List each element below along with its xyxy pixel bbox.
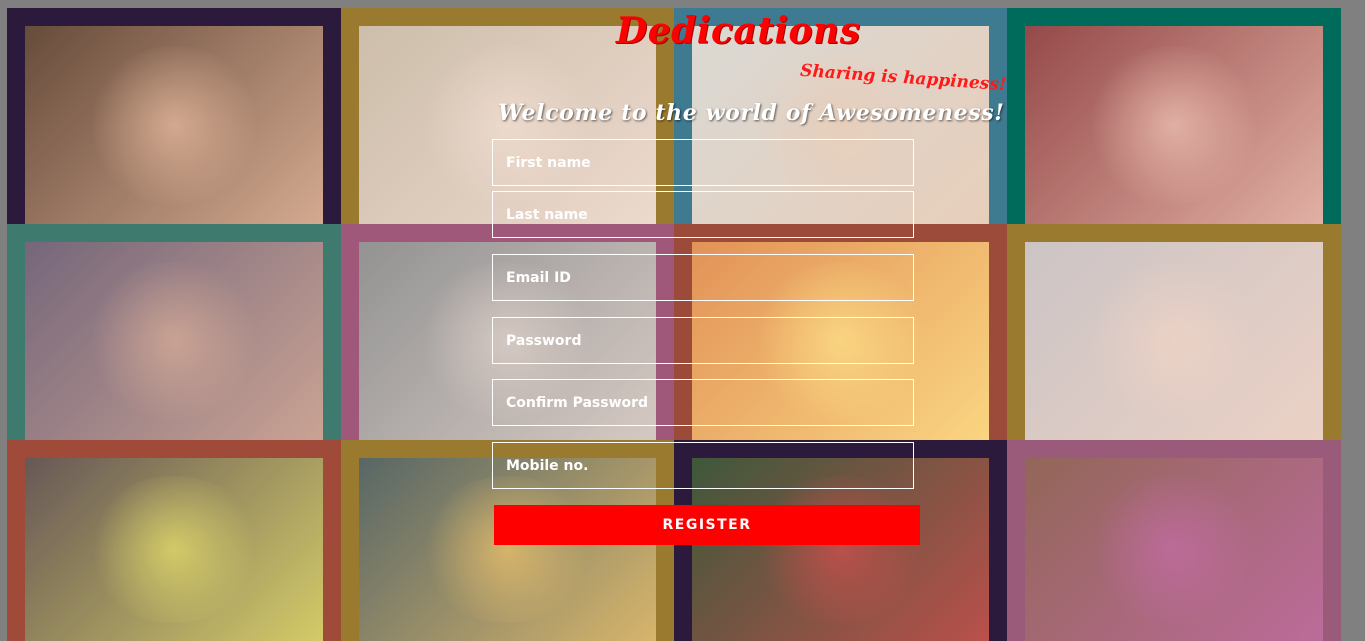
photo-kids-yellow-shirts <box>25 458 323 641</box>
site-logo-title: Dedications <box>616 10 861 52</box>
tile-5 <box>7 224 341 440</box>
tile-12 <box>1007 440 1341 641</box>
last-name-field[interactable] <box>492 191 914 238</box>
mobile-field[interactable] <box>492 442 914 489</box>
confirm-password-field[interactable] <box>492 379 914 426</box>
photo-couple-smiling <box>25 242 323 440</box>
photo-group-friends <box>1025 458 1323 641</box>
photo-laughing-girl <box>25 26 323 224</box>
photo-grandfather-child <box>1025 26 1323 224</box>
register-button[interactable]: REGISTER <box>494 505 920 545</box>
tile-1 <box>7 8 341 224</box>
tile-9 <box>7 440 341 641</box>
photo-family-circle <box>1025 242 1323 440</box>
email-field[interactable] <box>492 254 914 301</box>
first-name-field[interactable] <box>492 139 914 186</box>
tile-8 <box>1007 224 1341 440</box>
password-field[interactable] <box>492 317 914 364</box>
welcome-heading: Welcome to the world of Awesomeness! <box>498 100 1005 126</box>
tile-4 <box>1007 8 1341 224</box>
